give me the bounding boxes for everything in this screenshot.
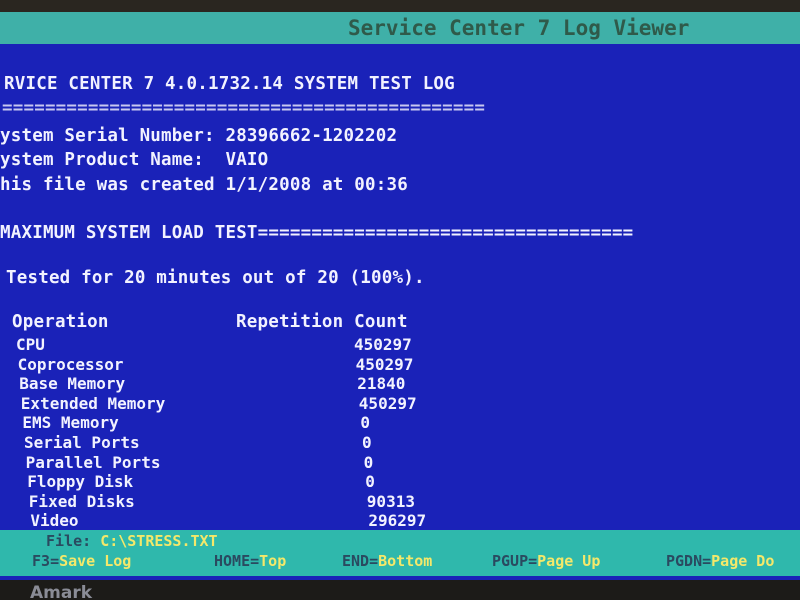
table-row: Base Memory 21840 — [19, 374, 405, 394]
repetition-count: 450297 — [358, 393, 417, 413]
column-count: Repetition Count — [236, 312, 408, 332]
repetition-count: 0 — [363, 452, 374, 472]
table-row: Floppy Disk 0 — [27, 472, 375, 492]
operation-name: Base Memory — [19, 374, 126, 394]
table-row: Coprocessor 450297 — [17, 354, 414, 374]
dos-screen: Service Center 7 Log Viewer RVICE CENTER… — [0, 12, 800, 580]
file-path: C:\STRESS.TXT — [100, 532, 218, 550]
table-row: Extended Memory 450297 — [20, 393, 417, 413]
operation-name: Serial Ports — [24, 433, 140, 452]
log-heading: RVICE CENTER 7 4.0.1732.14 SYSTEM TEST L… — [4, 74, 455, 94]
status-bar: File: C:\STRESS.TXT F3=Save Log HOME=Top… — [0, 530, 800, 576]
repetition-count: 296297 — [368, 511, 427, 531]
operation-name: Floppy Disk — [27, 472, 134, 492]
key-page-down[interactable]: PGDN=Page Do — [666, 552, 774, 570]
created-date: his file was created 1/1/2008 at 00:36 — [0, 175, 408, 195]
table-row: EMS Memory 0 — [22, 413, 370, 433]
file-indicator: File: C:\STRESS.TXT — [46, 532, 218, 550]
brand-logo: Amark — [30, 583, 93, 600]
key-page-up[interactable]: PGUP=Page Up — [492, 552, 600, 570]
table-row: Parallel Ports 0 — [25, 452, 374, 472]
key-top[interactable]: HOME=Top — [214, 552, 286, 570]
product-name: ystem Product Name: VAIO — [0, 150, 269, 170]
repetition-count: 450297 — [355, 354, 414, 374]
serial-number: ystem Serial Number: 28396662-1202202 — [0, 126, 398, 146]
operation-name: Extended Memory — [20, 393, 166, 413]
repetition-count: 0 — [362, 433, 372, 452]
operation-name: CPU — [16, 335, 45, 354]
operation-name: EMS Memory — [22, 413, 119, 433]
test-header: MAXIMUM SYSTEM LOAD TEST================… — [0, 223, 634, 243]
tested-summary: Tested for 20 minutes out of 20 (100%). — [6, 268, 425, 288]
column-operation: Operation — [12, 312, 109, 332]
table-row: Video 296297 — [30, 511, 426, 531]
table-row: CPU 450297 — [16, 335, 412, 354]
title-bar: Service Center 7 Log Viewer — [0, 12, 800, 44]
repetition-count: 0 — [360, 413, 371, 433]
repetition-count: 90313 — [366, 491, 415, 511]
operation-name: Parallel Ports — [25, 452, 161, 472]
table-row: Fixed Disks 90313 — [28, 491, 415, 511]
operation-name: Video — [30, 511, 79, 531]
separator: ========================================… — [2, 98, 486, 118]
operation-name: Coprocessor — [17, 354, 124, 374]
monitor-bezel: Amark — [0, 580, 800, 600]
operation-name: Fixed Disks — [28, 491, 135, 511]
repetition-count: 0 — [365, 472, 375, 492]
key-save-log[interactable]: F3=Save Log — [32, 552, 131, 570]
window-title: Service Center 7 Log Viewer — [348, 16, 690, 40]
repetition-count: 450297 — [354, 335, 412, 354]
table-row: Serial Ports 0 — [24, 433, 372, 452]
key-bottom[interactable]: END=Bottom — [342, 552, 432, 570]
repetition-count: 21840 — [357, 374, 406, 394]
